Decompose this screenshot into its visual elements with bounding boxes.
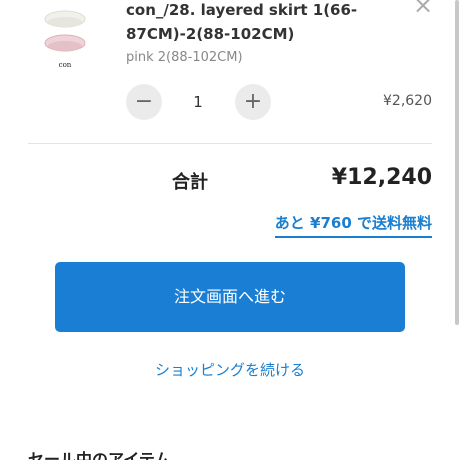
quantity-decrease-button[interactable]: − (126, 84, 162, 120)
checkout-button[interactable]: 注文画面へ進む (55, 262, 405, 332)
total-label: 合計 (172, 172, 208, 193)
scrollbar[interactable] (455, 0, 459, 325)
product-title[interactable]: con_/28. layered skirt 1(66-87CM)-2(88-1… (126, 0, 406, 46)
cart-item: con con_/28. layered skirt 1(66-87CM)-2(… (0, 0, 460, 128)
product-thumbnail[interactable]: con (40, 8, 90, 70)
sale-items-heading: セール中のアイテム (28, 450, 171, 460)
thumb-logo-text: con (59, 61, 72, 69)
divider (28, 143, 432, 144)
remove-item-close-icon[interactable]: × (410, 0, 436, 20)
quantity-increase-button[interactable]: + (235, 84, 271, 120)
continue-shopping-link[interactable]: ショッピングを続ける (0, 359, 460, 380)
skirt-image: con (44, 10, 86, 69)
quantity-value: 1 (193, 93, 203, 111)
product-variant: pink 2(88-102CM) (126, 50, 243, 65)
free-shipping-link[interactable]: あと ¥760 で送料無料 (274, 212, 432, 238)
total-value: ¥12,240 (331, 165, 432, 190)
item-price: ¥2,620 (383, 93, 432, 109)
cart-page: con con_/28. layered skirt 1(66-87CM)-2(… (0, 0, 460, 460)
